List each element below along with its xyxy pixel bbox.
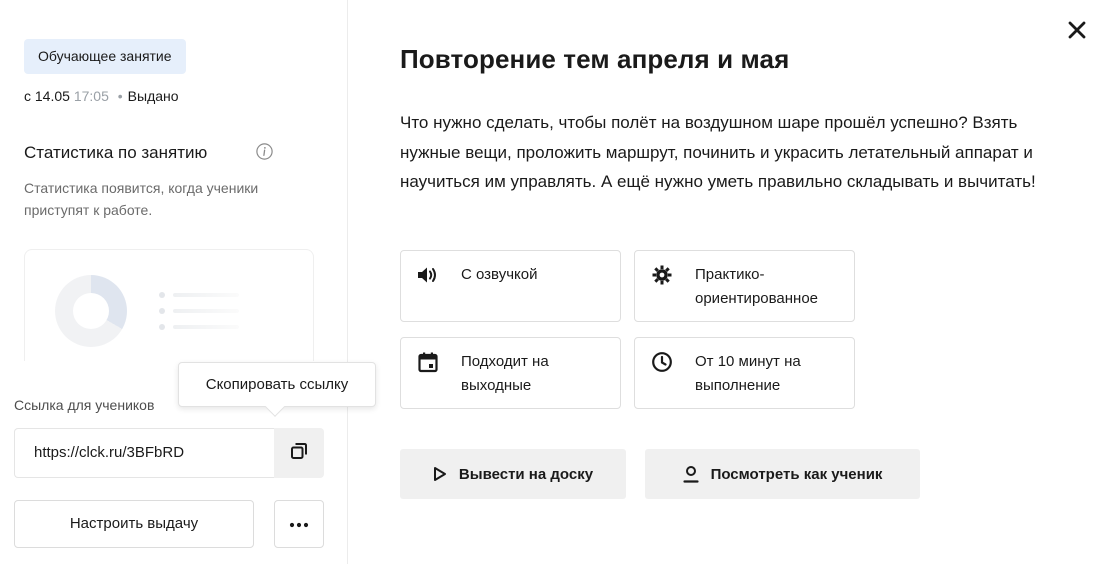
feature-label: Подходит на выходные [461,353,549,394]
stats-legend-placeholder [159,292,239,298]
issued-date: 14.05 [34,88,70,104]
configure-issue-button[interactable]: Настроить выдачу [14,500,254,548]
close-button[interactable] [1065,20,1089,44]
more-options-button[interactable] [274,500,324,548]
student-link-field[interactable]: https://clck.ru/3BFbRD [14,428,274,478]
user-icon [682,466,699,483]
close-icon [1068,21,1086,44]
feature-card-duration: От 10 минут на выполнение [634,337,855,409]
lesson-type-badge: Обучающее занятие [24,39,186,74]
info-icon[interactable] [256,143,273,160]
stats-placeholder-card [24,249,314,361]
issued-status: Выдано [127,88,179,104]
more-dots-icon [289,515,309,533]
issued-info: с 14.05 17:05 • Выдано [24,88,179,104]
show-on-board-label: Вывести на доску [458,465,594,483]
issued-separator: • [117,88,123,104]
show-on-board-button[interactable]: Вывести на доску [400,449,626,499]
view-as-student-label: Посмотреть как ученик [710,465,883,483]
speaker-icon [417,264,439,286]
calendar-icon [417,351,439,373]
play-icon [433,467,446,481]
copy-link-button[interactable] [274,428,324,478]
lesson-description: Что нужно сделать, чтобы полёт на воздуш… [400,113,1036,191]
gear-icon [651,264,673,286]
feature-label: От 10 минут на выполнение [695,353,801,394]
stats-title: Статистика по занятию [24,143,208,162]
lesson-title: Повторение тем апреля и мая [400,44,790,74]
stats-donut-placeholder [55,275,127,347]
stats-legend-placeholder [159,324,239,330]
feature-card-voiceover: С озвучкой [400,250,621,322]
feature-label: Практико-ориентированное [695,266,819,307]
lesson-sidebar: Обучающее занятие с 14.05 17:05 • Выдано … [0,0,376,564]
issued-time: 17:05 [73,88,109,104]
student-link-label: Ссылка для учеников [14,397,155,413]
issued-prefix: с [24,88,31,104]
view-as-student-button[interactable]: Посмотреть как ученик [645,449,920,499]
feature-card-practical: Практико-ориентированное [634,250,855,322]
clock-icon [651,351,673,373]
feature-card-weekend: Подходит на выходные [400,337,621,409]
copy-icon [290,442,308,465]
feature-label: С озвучкой [461,266,538,283]
stats-description: Статистика появится, когда ученики прист… [24,180,259,218]
stats-legend-placeholder [159,308,239,314]
